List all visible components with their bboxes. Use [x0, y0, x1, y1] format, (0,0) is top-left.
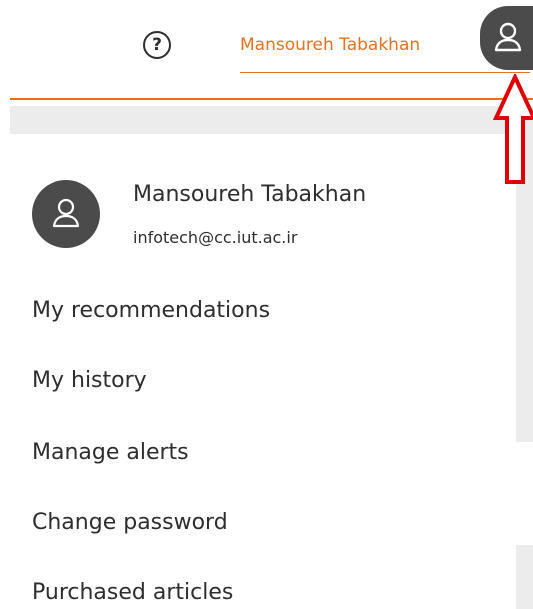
user-email: infotech@cc.iut.ac.ir — [133, 228, 298, 247]
scroll-rail-lower — [516, 545, 533, 609]
user-menu-toggle[interactable]: Mansoureh Tabakhan — [240, 29, 420, 62]
user-icon — [52, 198, 80, 228]
menu-item-my-recommendations[interactable]: My recommendations — [32, 298, 270, 323]
page: ? Mansoureh Tabakhan Mansoureh Tabakhan … — [0, 0, 533, 609]
menu-item-my-history[interactable]: My history — [32, 368, 147, 393]
question-circle-icon: ? — [152, 34, 162, 55]
user-name: Mansoureh Tabakhan — [133, 182, 367, 207]
menu-item-manage-alerts[interactable]: Manage alerts — [32, 440, 189, 465]
help-button[interactable]: ? — [143, 31, 171, 59]
header-divider — [10, 98, 533, 100]
user-icon — [494, 22, 522, 52]
menu-item-change-password[interactable]: Change password — [32, 510, 228, 535]
user-avatar — [32, 180, 100, 248]
header-avatar-button[interactable] — [480, 6, 533, 70]
active-indicator — [240, 72, 530, 73]
top-header: ? Mansoureh Tabakhan — [0, 0, 533, 100]
page-background-band — [10, 106, 533, 134]
arrow-up-icon — [493, 74, 533, 184]
menu-item-purchased-articles[interactable]: Purchased articles — [32, 580, 233, 605]
